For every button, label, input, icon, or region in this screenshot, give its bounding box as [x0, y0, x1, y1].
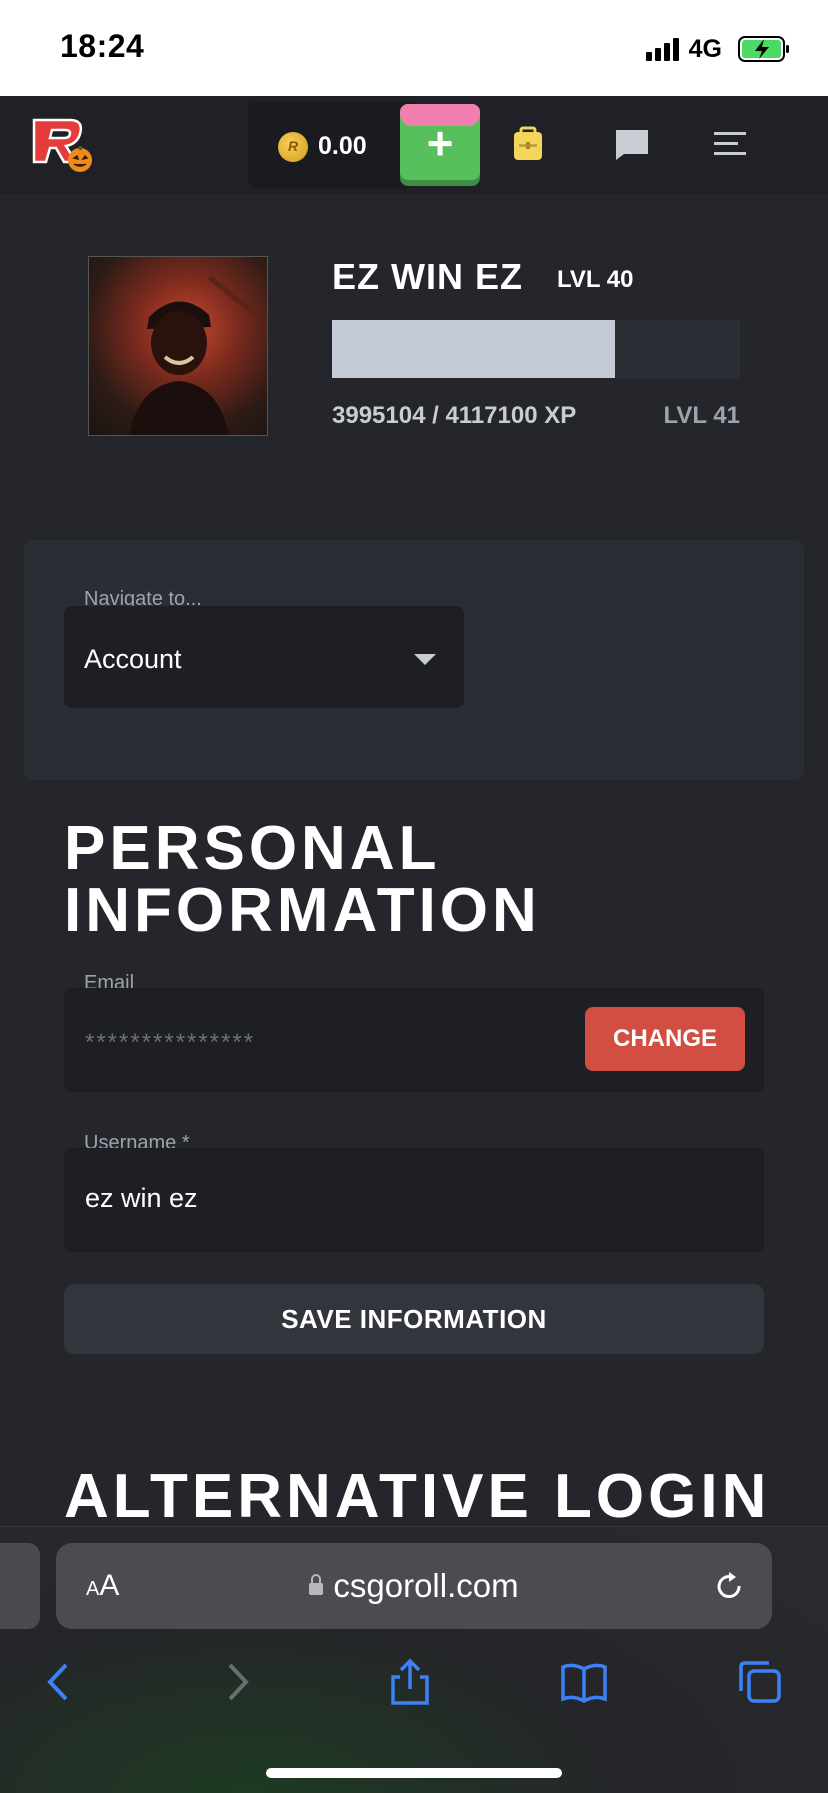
navigate-selected-value: Account [84, 644, 182, 674]
tabs-icon[interactable] [735, 1657, 785, 1707]
forward-icon[interactable] [212, 1657, 262, 1707]
plus-icon: + [426, 117, 454, 169]
chat-icon[interactable] [612, 126, 652, 162]
balance-amount: 0.00 [318, 132, 367, 160]
save-information-button[interactable]: SAVE INFORMATION [64, 1284, 764, 1354]
browser-toolbar: AA csgoroll.com [0, 1526, 828, 1793]
chevron-down-icon [414, 654, 436, 665]
status-time: 18:24 [60, 28, 145, 64]
avatar-image [129, 275, 261, 435]
navigate-select[interactable]: Account [64, 606, 464, 708]
address-bar[interactable]: AA csgoroll.com [56, 1543, 772, 1629]
home-indicator [266, 1768, 562, 1778]
backpack-icon[interactable] [508, 126, 548, 162]
profile-level: LVL 40 [557, 266, 634, 293]
change-email-button[interactable]: CHANGE [585, 1007, 745, 1071]
top-nav: R 0.00 + [0, 96, 828, 194]
battery-charging-icon [738, 36, 789, 62]
xp-progress-fill [332, 320, 615, 378]
url-display[interactable]: csgoroll.com [56, 1567, 772, 1605]
logo-icon[interactable] [30, 116, 96, 174]
share-icon[interactable] [385, 1657, 435, 1707]
profile-username: EZ WIN EZ [332, 256, 523, 297]
username-field[interactable]: ez win ez [64, 1148, 764, 1252]
bookmarks-icon[interactable] [559, 1657, 609, 1707]
username-value: ez win ez [85, 1183, 198, 1213]
url-text: csgoroll.com [333, 1567, 519, 1604]
status-indicators: 4G [645, 34, 790, 64]
email-masked-value: *************** [85, 1029, 256, 1056]
deposit-button[interactable]: + [400, 104, 480, 180]
status-bar: 18:24 4G [0, 0, 828, 96]
lock-icon [309, 1574, 324, 1595]
email-field[interactable]: *************** CHANGE [64, 988, 764, 1092]
navigate-card: Navigate to... Account [24, 540, 804, 780]
next-level-label: LVL 41 [663, 402, 740, 429]
personal-info-title-line2: INFORMATION [64, 876, 541, 945]
coin-icon: R [278, 132, 308, 162]
personal-info-title-line1: PERSONAL [64, 814, 441, 883]
xp-progress-bar [332, 320, 740, 378]
signal-icon [645, 37, 679, 61]
xp-progress-text: 3995104 / 4117100 XP [332, 402, 577, 429]
profile-avatar [88, 256, 268, 436]
balance-display[interactable]: R 0.00 [248, 102, 414, 188]
network-type: 4G [688, 34, 722, 63]
back-icon[interactable] [34, 1657, 84, 1707]
previous-tab-preview[interactable] [0, 1543, 40, 1629]
alternative-login-title: ALTERNATIVE LOGIN [64, 1462, 771, 1531]
menu-icon[interactable] [710, 126, 750, 162]
reload-icon[interactable] [712, 1569, 746, 1603]
